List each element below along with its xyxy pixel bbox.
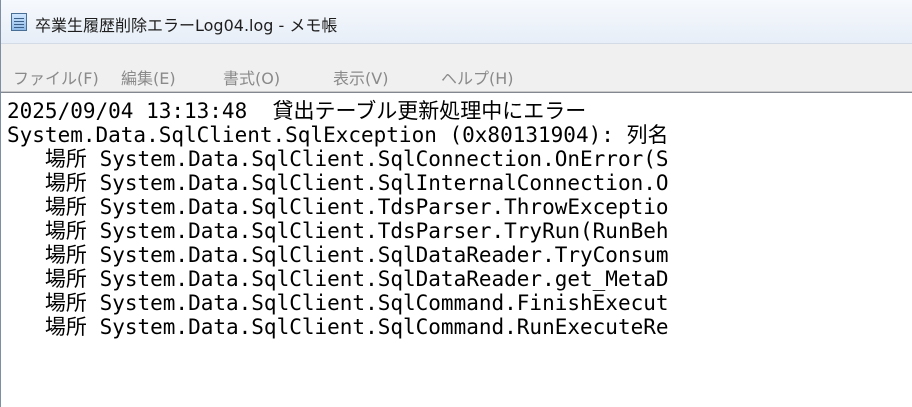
menu-view[interactable]: 表示(V)	[333, 65, 388, 89]
window-title: 卒業生履歴削除エラーLog04.log - メモ帳	[35, 16, 338, 35]
menu-file[interactable]: ファイル(F)	[13, 65, 99, 89]
menu-edit[interactable]: 編集(E)	[121, 65, 176, 89]
log-line: 場所 System.Data.SqlClient.SqlConnection.O…	[7, 147, 669, 171]
log-line: 場所 System.Data.SqlClient.SqlCommand.RunE…	[7, 315, 669, 339]
log-line: 場所 System.Data.SqlClient.SqlDataReader.T…	[7, 243, 669, 267]
log-line: 場所 System.Data.SqlClient.SqlDataReader.g…	[7, 267, 669, 291]
title-bar[interactable]: 卒業生履歴削除エラーLog04.log - メモ帳	[1, 0, 912, 44]
log-line: 場所 System.Data.SqlClient.SqlInternalConn…	[7, 171, 669, 195]
log-line: 場所 System.Data.SqlClient.TdsParser.TryRu…	[7, 219, 669, 243]
notepad-icon[interactable]	[11, 13, 27, 31]
menu-bar: ファイル(F) 編集(E) 書式(O) 表示(V) ヘルプ(H)	[1, 44, 912, 92]
text-editor[interactable]: 2025/09/04 13:13:48 貸出テーブル更新処理中にエラー Syst…	[1, 92, 912, 407]
menu-format[interactable]: 書式(O)	[223, 65, 280, 89]
notepad-window: 卒業生履歴削除エラーLog04.log - メモ帳 ファイル(F) 編集(E) …	[0, 0, 912, 407]
log-line: System.Data.SqlClient.SqlException (0x80…	[7, 123, 669, 147]
menu-help[interactable]: ヘルプ(H)	[441, 65, 514, 89]
log-line: 場所 System.Data.SqlClient.TdsParser.Throw…	[7, 195, 669, 219]
log-line: 2025/09/04 13:13:48 貸出テーブル更新処理中にエラー	[7, 99, 587, 123]
log-line: 場所 System.Data.SqlClient.SqlCommand.Fini…	[7, 291, 669, 315]
